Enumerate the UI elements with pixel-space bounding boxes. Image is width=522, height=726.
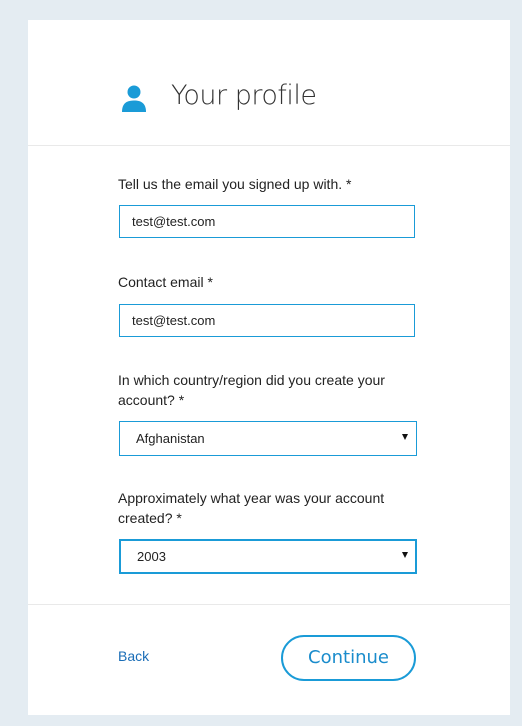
person-icon xyxy=(122,85,146,112)
country-selected-value: Afghanistan xyxy=(136,431,205,446)
year-label: Approximately what year was your account… xyxy=(118,490,385,526)
profile-card: Your profile Tell us the email you signe… xyxy=(28,20,510,715)
profile-header: Your profile xyxy=(28,20,510,146)
country-label: In which country/region did you create y… xyxy=(118,372,385,408)
signup-email-label: Tell us the email you signed up with. * xyxy=(118,176,352,192)
footer-divider xyxy=(28,604,510,605)
year-selected-value: 2003 xyxy=(137,549,166,564)
continue-button[interactable]: Continue xyxy=(281,635,416,681)
dropdown-arrow-icon xyxy=(402,434,408,440)
contact-email-input[interactable] xyxy=(119,304,415,337)
contact-email-label: Contact email * xyxy=(118,274,213,290)
country-select[interactable]: Afghanistan xyxy=(119,421,417,456)
back-link[interactable]: Back xyxy=(118,648,149,664)
dropdown-arrow-icon xyxy=(402,552,408,558)
signup-email-input[interactable] xyxy=(119,205,415,238)
year-select[interactable]: 2003 xyxy=(119,539,417,574)
page-title: Your profile xyxy=(171,80,317,111)
